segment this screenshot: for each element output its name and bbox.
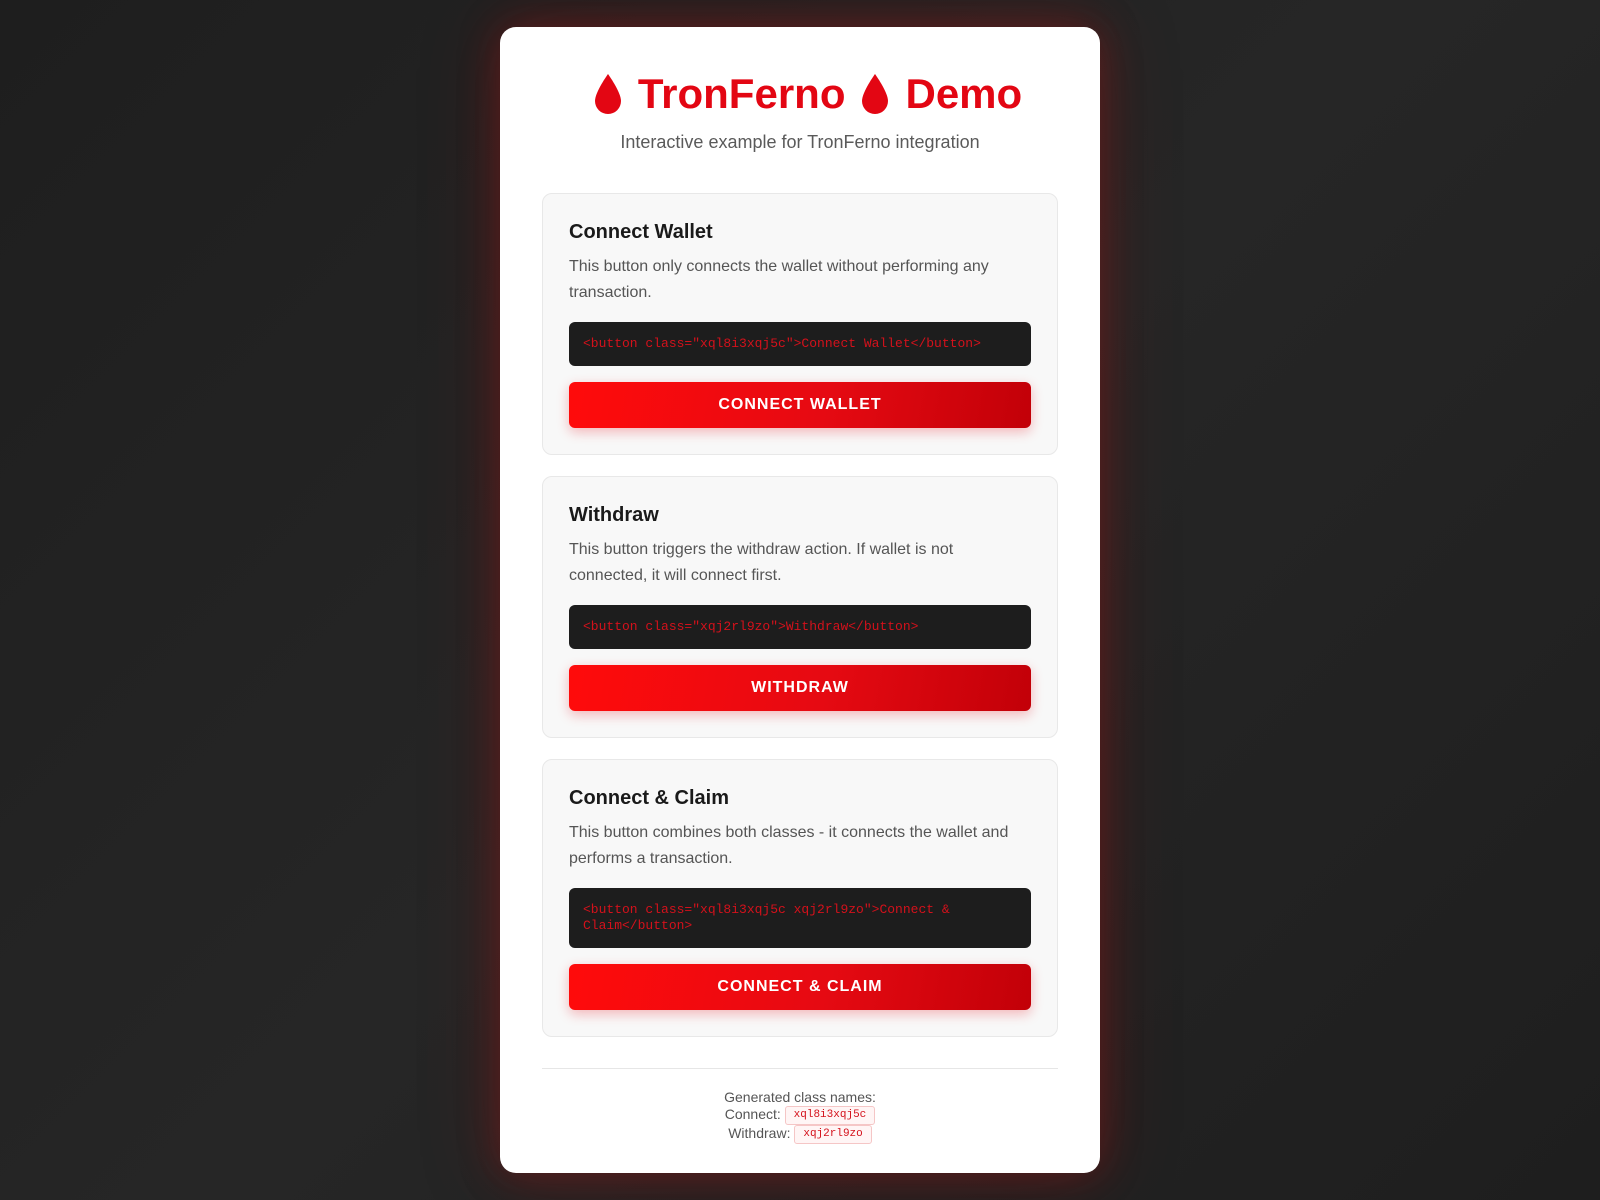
blood-drop-icon (592, 72, 624, 116)
withdraw-class-tag: xqj2rl9zo (794, 1125, 872, 1144)
section-description: This button combines both classes - it c… (569, 824, 1009, 867)
code-snippet: <button class="xqj2rl9zo">Withdraw</butt… (569, 605, 1031, 649)
section-title: Connect Wallet (569, 221, 713, 243)
code-snippet: <button class="xql8i3xqj5c">Connect Wall… (569, 322, 1031, 366)
withdraw-class-row: Withdraw: xqj2rl9zo (542, 1125, 1058, 1144)
title-brand: TronFerno (637, 70, 846, 117)
section-title: Connect & Claim (569, 787, 730, 809)
blood-drop-icon (859, 72, 891, 116)
section-description: This button triggers the withdraw action… (569, 541, 954, 584)
withdraw-class-label: Withdraw: (728, 1125, 791, 1142)
connect-wallet-section: Connect Wallet This button only connects… (542, 193, 1058, 455)
connect-class-tag: xql8i3xqj5c (784, 1106, 876, 1125)
class-names-footer: Generated class names: Connect: xql8i3xq… (542, 1068, 1058, 1144)
code-snippet: <button class="xql8i3xqj5c xqj2rl9zo">Co… (569, 888, 1031, 948)
withdraw-button[interactable]: WITHDRAW (569, 665, 1031, 711)
connect-class-label: Connect: (724, 1106, 781, 1123)
connect-claim-button[interactable]: CONNECT & CLAIM (569, 964, 1031, 1010)
connect-class-row: Connect: xql8i3xqj5c (542, 1106, 1058, 1125)
footer-heading: Generated class names: (724, 1089, 876, 1105)
page-subtitle: Interactive example for TronFerno integr… (620, 132, 980, 152)
section-description: This button only connects the wallet wit… (569, 258, 989, 301)
title-demo: Demo (905, 70, 1023, 117)
page-background: TronFerno Demo Interactive example for T… (0, 0, 1600, 1200)
connect-claim-section: Connect & Claim This button combines bot… (542, 759, 1058, 1037)
demo-card: TronFerno Demo Interactive example for T… (500, 27, 1100, 1173)
section-title: Withdraw (569, 504, 659, 526)
connect-wallet-button[interactable]: CONNECT WALLET (569, 382, 1031, 428)
page-title: TronFerno Demo (542, 66, 1058, 122)
withdraw-section: Withdraw This button triggers the withdr… (542, 476, 1058, 738)
header: TronFerno Demo Interactive example for T… (542, 27, 1058, 153)
